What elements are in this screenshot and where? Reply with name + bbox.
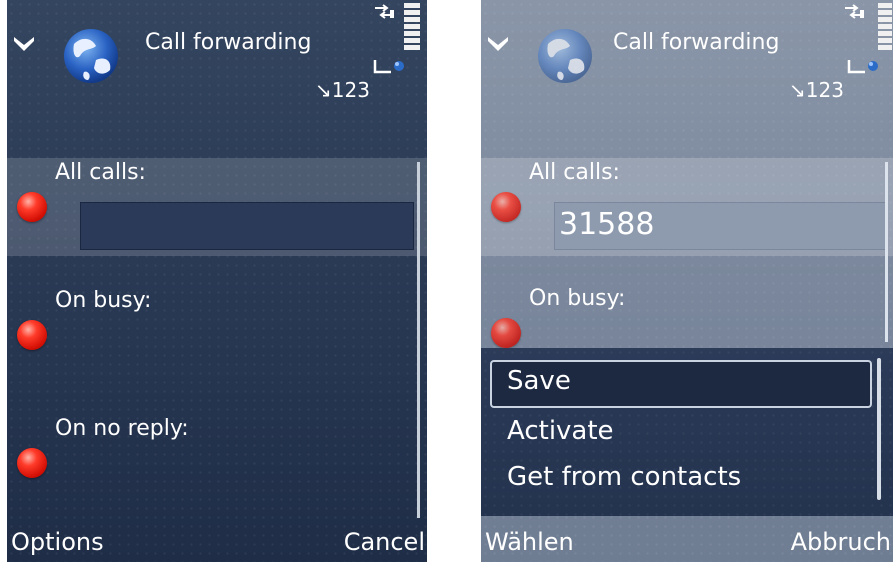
- options-softkey[interactable]: Options: [11, 528, 104, 556]
- navigate-back-icon[interactable]: [13, 36, 35, 56]
- field-label-all-calls: All calls:: [55, 160, 146, 185]
- menu-scrollbar[interactable]: [877, 358, 881, 500]
- all-calls-input[interactable]: 31588: [554, 202, 888, 250]
- scrollbar[interactable]: [885, 162, 888, 342]
- pen-input-icon: [373, 58, 405, 82]
- phone-screen-right: Call forwarding ↘123 All calls: 31588 On…: [481, 0, 893, 562]
- selection-dot[interactable]: [17, 320, 47, 350]
- page-title: Call forwarding: [145, 30, 312, 55]
- menu-item-activate[interactable]: Activate: [507, 416, 614, 446]
- phone-screen-left: Call forwarding ↘123 All calls: On busy:…: [7, 0, 427, 562]
- battery-icon: [877, 2, 893, 56]
- signal-strength-icon: [373, 4, 395, 24]
- navigate-back-icon[interactable]: [487, 36, 509, 56]
- globe-icon: [536, 26, 594, 90]
- select-softkey[interactable]: Wählen: [485, 528, 574, 556]
- input-mode-indicator: ↘123: [789, 78, 844, 102]
- pen-input-icon: [847, 58, 879, 82]
- battery-icon: [403, 2, 421, 56]
- globe-icon: [62, 26, 120, 90]
- selection-dot[interactable]: [17, 192, 47, 222]
- field-label-all-calls: All calls:: [529, 160, 620, 185]
- page-title: Call forwarding: [613, 30, 780, 55]
- input-mode-text: 123: [331, 78, 370, 102]
- cancel-softkey[interactable]: Abbruch: [791, 528, 891, 556]
- all-calls-input[interactable]: [80, 202, 414, 250]
- input-mode-indicator: ↘123: [315, 78, 370, 102]
- selection-dot[interactable]: [17, 448, 47, 478]
- selection-dot[interactable]: [491, 318, 521, 348]
- menu-item-get-from-contacts[interactable]: Get from contacts: [507, 462, 741, 492]
- field-label-on-busy: On busy:: [55, 288, 152, 313]
- input-mode-text: 123: [805, 78, 844, 102]
- tail-icon: ↘: [315, 78, 332, 102]
- field-label-on-no-reply: On no reply:: [55, 416, 189, 441]
- field-label-on-busy: On busy:: [529, 286, 626, 311]
- menu-item-save[interactable]: Save: [507, 366, 571, 396]
- all-calls-value: 31588: [559, 207, 655, 242]
- cancel-softkey[interactable]: Cancel: [344, 528, 425, 556]
- options-menu: Save Activate Get from contacts: [481, 348, 893, 516]
- selection-dot[interactable]: [491, 192, 521, 222]
- signal-strength-icon: [843, 4, 865, 24]
- tail-icon: ↘: [789, 78, 806, 102]
- scrollbar[interactable]: [417, 162, 420, 518]
